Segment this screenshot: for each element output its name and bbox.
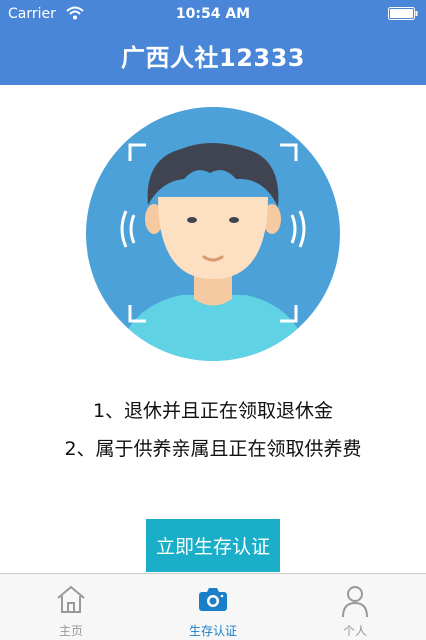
person-icon — [342, 586, 368, 618]
face-recognition-avatar-icon — [86, 107, 340, 361]
requirements-list: 1、退休并且正在领取退休金 2、属于供养亲属且正在领取供养费 — [0, 392, 426, 468]
page-title: 广西人社12333 — [121, 44, 305, 72]
tab-bar: 主页 生存认证 个人 — [0, 573, 426, 640]
tab-personal[interactable]: 个人 — [284, 574, 426, 640]
status-bar: Carrier 10:54 AM — [0, 0, 426, 28]
tab-home-label: 主页 — [58, 624, 83, 638]
start-verification-button[interactable]: 立即生存认证 — [146, 519, 280, 572]
home-icon — [57, 585, 85, 613]
requirement-item-2: 2、属于供养亲属且正在领取供养费 — [64, 438, 362, 460]
requirement-item-1: 1、退休并且正在领取退休金 — [92, 400, 334, 422]
camera-icon — [199, 588, 227, 611]
tab-verification-label: 生存认证 — [188, 624, 237, 638]
tab-personal-label: 个人 — [342, 624, 367, 638]
header-bar: Carrier 10:54 AM 广西人社12333 — [0, 0, 426, 85]
tab-verification[interactable]: 生存认证 — [142, 574, 284, 640]
tab-home[interactable]: 主页 — [0, 574, 142, 640]
status-time: 10:54 AM — [175, 6, 251, 22]
battery-icon — [388, 7, 418, 20]
